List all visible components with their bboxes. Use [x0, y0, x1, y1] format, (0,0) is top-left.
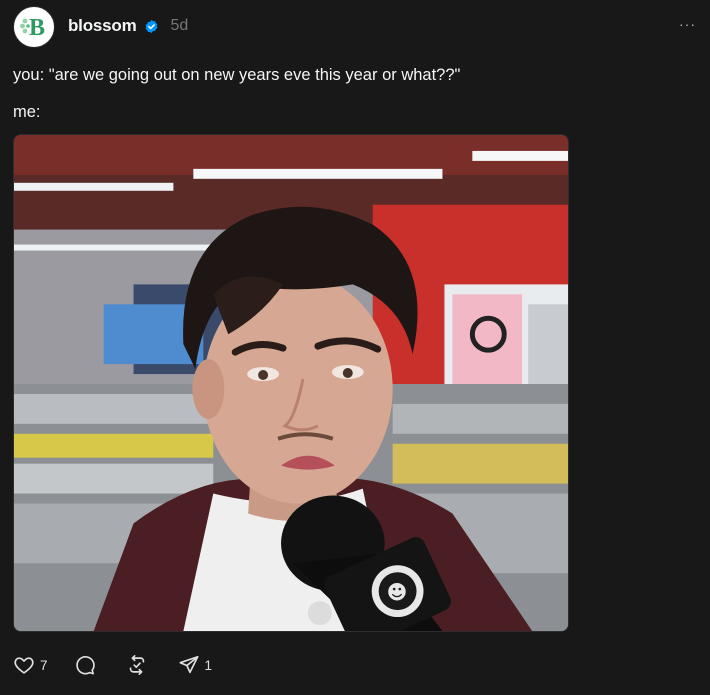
action-bar: 7 1	[13, 654, 212, 676]
repost-icon	[129, 655, 144, 675]
author-row: blossom 5d	[68, 16, 188, 36]
mic-logo: ☻	[387, 581, 408, 604]
send-icon	[178, 655, 199, 674]
reaction-photo: ☻	[14, 135, 568, 631]
verified-badge-icon	[145, 19, 157, 33]
share-button[interactable]: 1	[178, 654, 213, 676]
timestamp: 5d	[170, 17, 189, 34]
like-count: 7	[40, 657, 48, 673]
post-text-line-2: me:	[13, 103, 41, 121]
post-image[interactable]: ☻	[13, 134, 569, 632]
like-button[interactable]: 7	[13, 654, 48, 676]
username[interactable]: blossom	[68, 16, 137, 36]
repost-button[interactable]	[126, 654, 153, 676]
blossom-logo-icon: B	[20, 15, 45, 41]
comment-icon	[75, 655, 95, 675]
avatar-letter: B	[29, 15, 45, 41]
heart-icon	[14, 657, 34, 674]
post-text-line-1: you: "are we going out on new years eve …	[13, 66, 461, 84]
post: B blossom 5d ··· you: "are we going out …	[0, 0, 710, 695]
more-options-button[interactable]: ···	[679, 16, 696, 32]
avatar[interactable]: B	[13, 6, 55, 48]
share-count: 1	[204, 657, 213, 673]
reply-button[interactable]	[74, 654, 101, 676]
